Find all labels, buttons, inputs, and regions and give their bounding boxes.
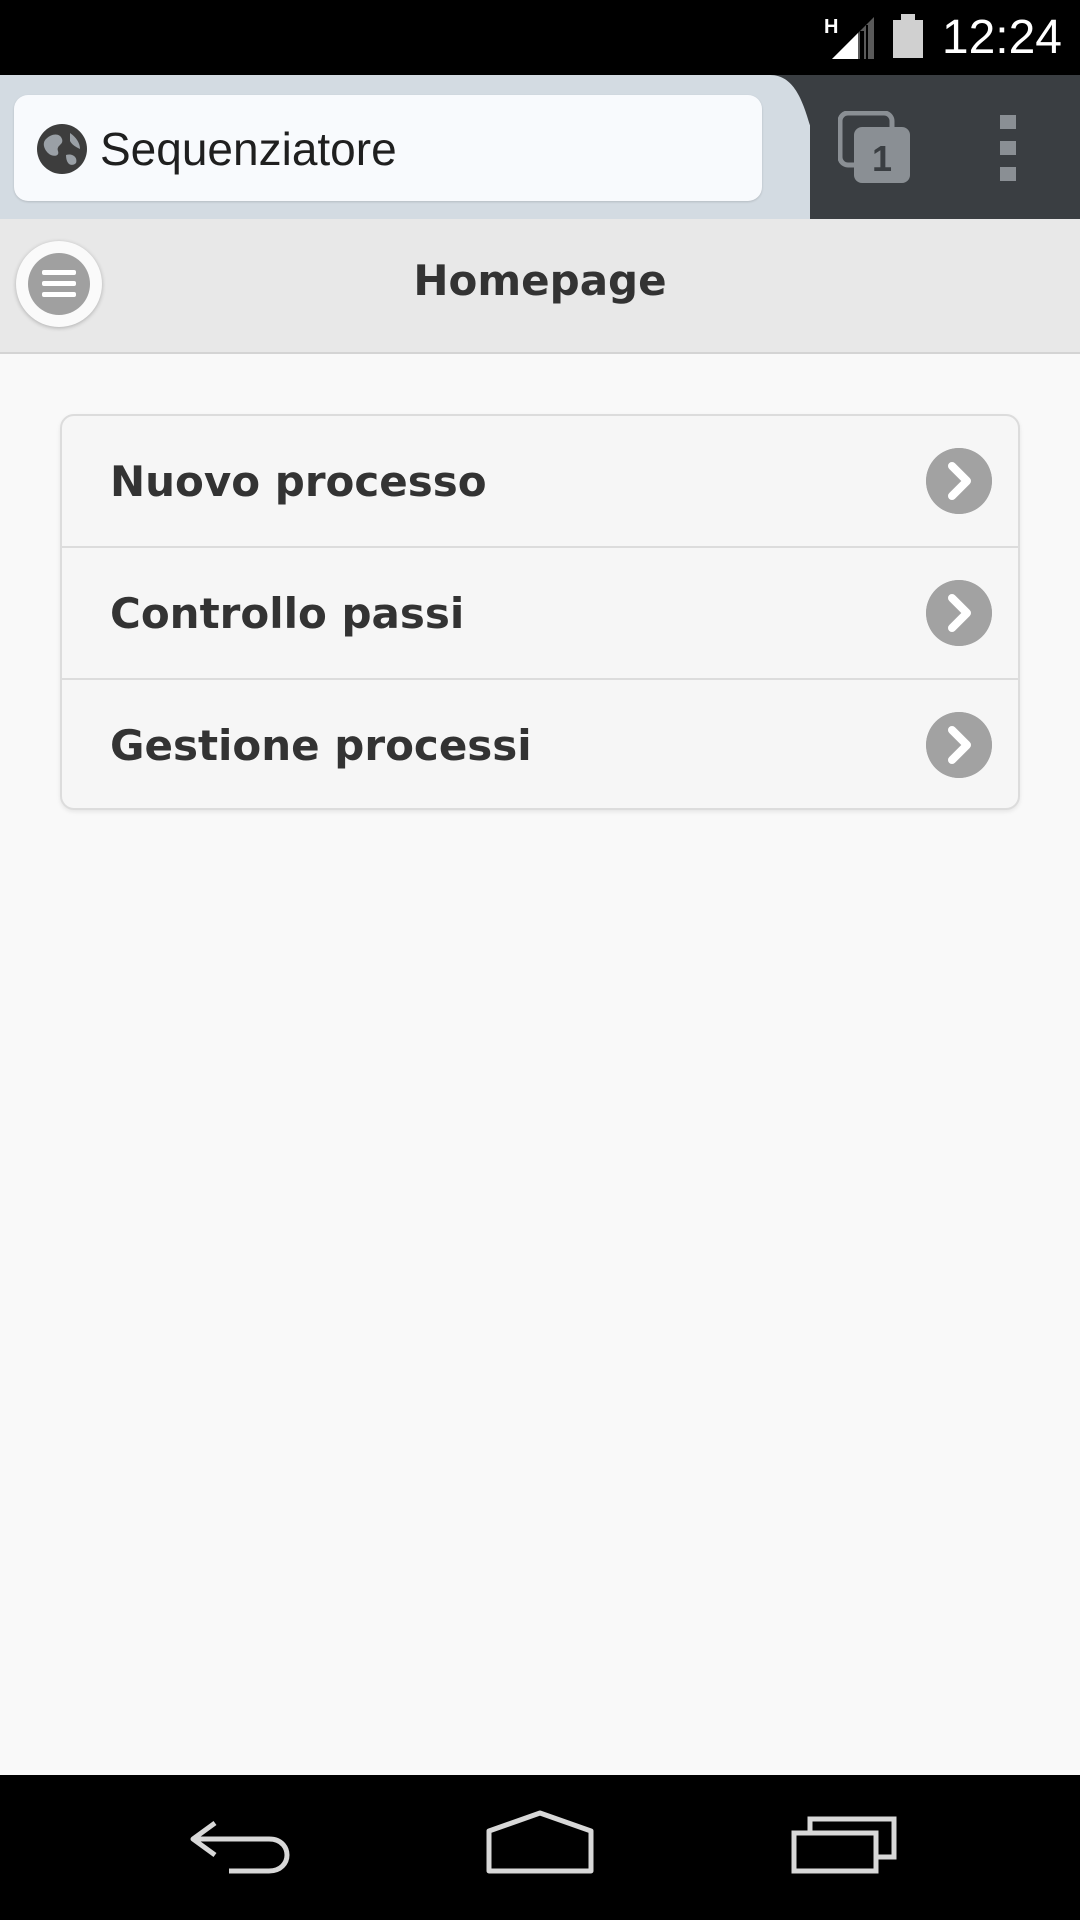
page-header: Homepage	[0, 219, 1080, 354]
tabs-icon[interactable]: 1	[838, 111, 914, 187]
network-type-label: H	[824, 16, 838, 38]
status-time: 12:24	[941, 11, 1062, 64]
overflow-menu-icon[interactable]	[990, 113, 1026, 183]
menu-list: Nuovo processo Controllo passi Gestione …	[60, 414, 1020, 810]
back-icon[interactable]	[185, 1809, 295, 1885]
list-item-label: Nuovo processo	[110, 457, 487, 506]
page-title: Homepage	[413, 256, 667, 305]
status-bar: H 12:24	[0, 0, 1080, 75]
chevron-right-icon	[926, 580, 992, 646]
tab-count: 1	[872, 138, 892, 179]
url-text: Sequenziatore	[100, 123, 397, 175]
list-item-controllo-passi[interactable]: Controllo passi	[62, 548, 1018, 680]
list-item-label: Controllo passi	[110, 589, 465, 638]
home-icon[interactable]	[485, 1809, 595, 1885]
list-item-gestione-processi[interactable]: Gestione processi	[62, 680, 1018, 808]
signal-icon: H	[824, 16, 874, 59]
chevron-right-icon	[926, 448, 992, 514]
globe-icon	[37, 124, 87, 174]
chevron-right-icon	[926, 712, 992, 778]
system-navigation-bar	[0, 1775, 1080, 1920]
browser-toolbar: Sequenziatore 1	[0, 75, 1080, 219]
list-item-label: Gestione processi	[110, 721, 532, 770]
list-item-nuovo-processo[interactable]: Nuovo processo	[62, 416, 1018, 548]
battery-icon	[893, 14, 923, 58]
recent-apps-icon[interactable]	[790, 1809, 900, 1885]
url-field[interactable]: Sequenziatore	[14, 95, 762, 201]
